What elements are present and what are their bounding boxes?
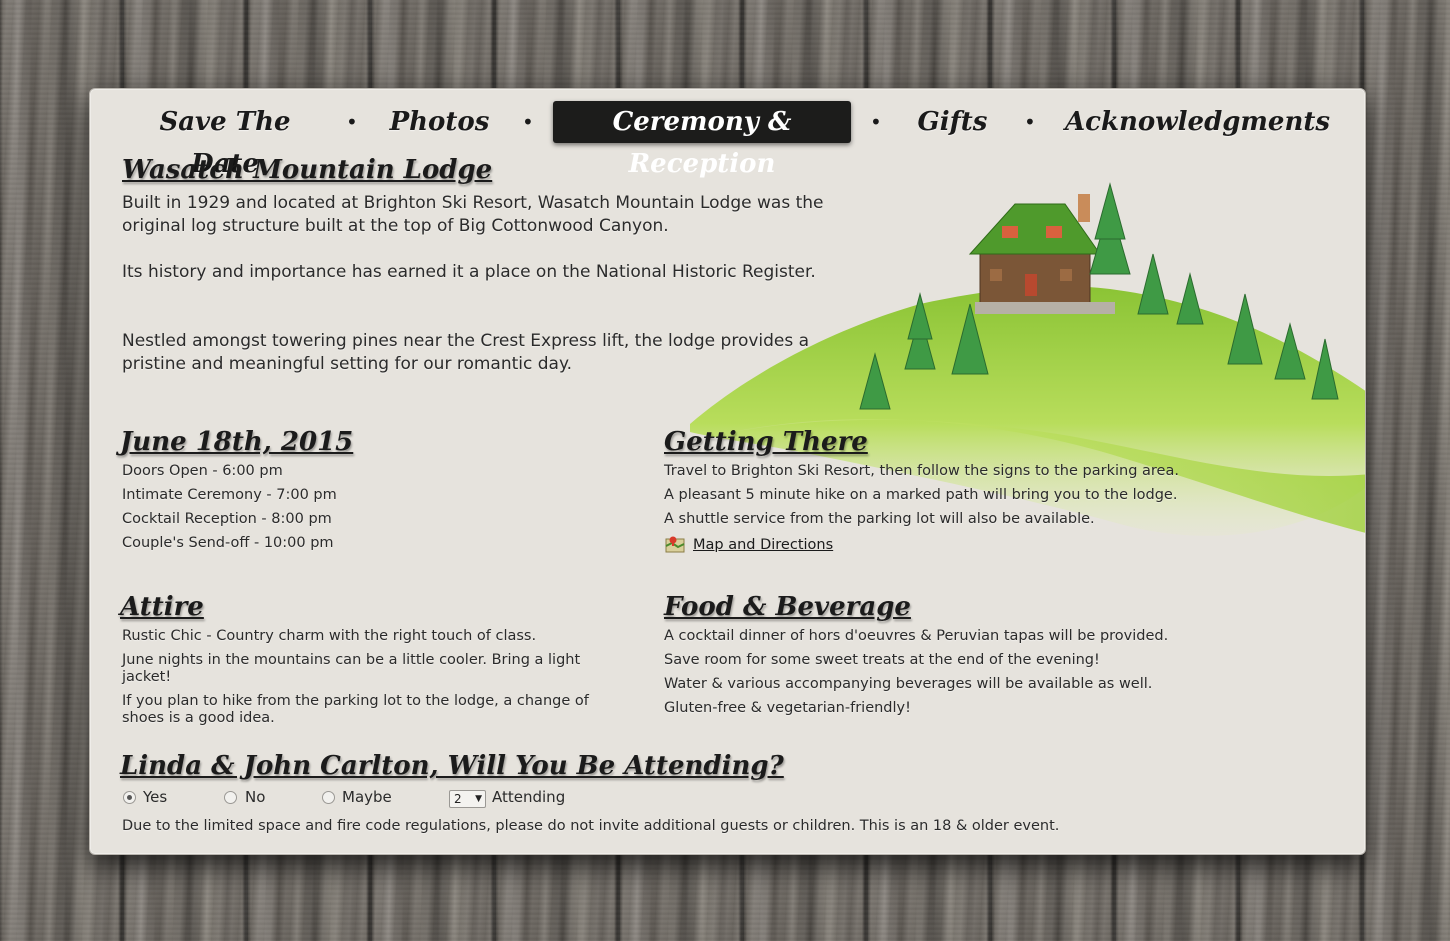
schedule-item: Intimate Ceremony - 7:00 pm [122, 487, 337, 503]
nav-item-gifts[interactable]: Gifts [905, 101, 1000, 143]
map-directions-link[interactable]: Map and Directions [693, 537, 833, 553]
nav-item-acknowledgments[interactable]: Acknowledgments [1065, 101, 1330, 143]
content-panel: Save The Date • Photos • Ceremony & Rece… [89, 88, 1366, 855]
rsvp-maybe-radio[interactable] [322, 791, 335, 804]
nav-separator: • [870, 110, 882, 134]
getting-there-item: A shuttle service from the parking lot w… [664, 511, 1095, 527]
food-item: A cocktail dinner of hors d'oeuvres & Pe… [664, 628, 1169, 644]
schedule-item: Couple's Send-off - 10:00 pm [122, 535, 334, 551]
lodge-paragraph: Its history and importance has earned it… [122, 262, 816, 282]
nav-item-photos[interactable]: Photos [382, 101, 497, 143]
map-icon[interactable] [665, 536, 685, 554]
attire-title: Attire [120, 592, 204, 622]
attire-item: If you plan to hike from the parking lot… [122, 693, 589, 726]
rsvp-yes-radio[interactable] [123, 791, 136, 804]
schedule-item: Cocktail Reception - 8:00 pm [122, 511, 332, 527]
attending-count-select[interactable]: 2 ▼ [449, 790, 486, 808]
rsvp-no-label: No [245, 788, 266, 806]
food-title: Food & Beverage [664, 592, 911, 622]
main-nav: Save The Date • Photos • Ceremony & Rece… [90, 101, 1365, 179]
nav-separator: • [522, 110, 534, 134]
rsvp-no-radio[interactable] [224, 791, 237, 804]
food-item: Save room for some sweet treats at the e… [664, 652, 1100, 668]
attending-label: Attending [492, 788, 566, 806]
attire-item: Rustic Chic - Country charm with the rig… [122, 628, 537, 644]
attending-count-value: 2 [454, 792, 462, 806]
lodge-paragraph: Nestled amongst towering pines near the … [122, 331, 810, 374]
lodge-title: Wasatch Mountain Lodge [122, 155, 493, 185]
nav-separator: • [1024, 110, 1036, 134]
schedule-title: June 18th, 2015 [120, 427, 354, 457]
rsvp-yes-label: Yes [143, 788, 168, 806]
attire-item: June nights in the mountains can be a li… [122, 652, 581, 685]
getting-there-title: Getting There [664, 427, 868, 457]
nav-item-ceremony-reception[interactable]: Ceremony & Reception [553, 101, 851, 179]
schedule-item: Doors Open - 6:00 pm [122, 463, 283, 479]
food-item: Water & various accompanying beverages w… [664, 676, 1153, 692]
food-item: Gluten-free & vegetarian-friendly! [664, 700, 911, 716]
rsvp-maybe-label: Maybe [342, 788, 392, 806]
getting-there-item: A pleasant 5 minute hike on a marked pat… [664, 487, 1178, 503]
lodge-paragraph: Built in 1929 and located at Brighton Sk… [122, 193, 824, 236]
rsvp-note: Due to the limited space and fire code r… [122, 818, 1060, 834]
chevron-down-icon: ▼ [475, 794, 482, 804]
getting-there-item: Travel to Brighton Ski Resort, then foll… [664, 463, 1179, 479]
nav-separator: • [346, 110, 358, 134]
rsvp-title: Linda & John Carlton, Will You Be Attend… [120, 751, 784, 781]
nav-item-save-the-date[interactable]: Save The Date [130, 101, 320, 179]
